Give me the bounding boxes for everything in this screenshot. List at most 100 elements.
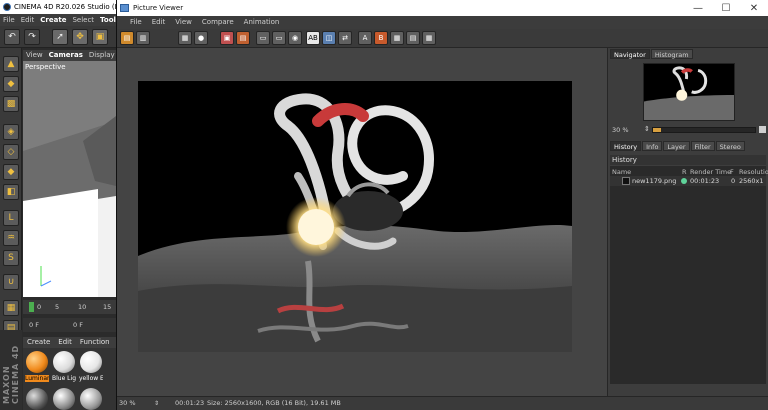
material-menu-edit[interactable]: Edit [54, 337, 76, 348]
compare-ab-icon[interactable]: AB [306, 31, 320, 45]
navigator-thumbnail[interactable] [643, 63, 735, 121]
compare-split-icon[interactable]: ◫ [322, 31, 336, 45]
render-view-icon[interactable]: ● [194, 31, 208, 45]
playhead-marker[interactable] [29, 302, 34, 312]
save-file-icon[interactable]: ▥ [136, 31, 150, 45]
pv-menu-file[interactable]: File [125, 16, 147, 29]
zoom-menu-icon[interactable] [759, 126, 766, 133]
history-col-name[interactable]: Name [612, 168, 631, 176]
viewport-tab-view[interactable]: View [23, 50, 46, 61]
pv-menu-edit[interactable]: Edit [147, 16, 171, 29]
zoom-stepper-icon[interactable]: ⇕ [644, 125, 650, 133]
history-col-f[interactable]: F [730, 168, 734, 176]
points-mode-icon[interactable]: ◈ [3, 124, 19, 140]
viewport-label: Perspective [25, 63, 66, 71]
pv-menu-animation[interactable]: Animation [239, 16, 285, 29]
snap-icon[interactable]: S [3, 250, 19, 266]
material-label-luminance: Luminan [25, 375, 49, 382]
undo-icon[interactable]: ↶ [4, 29, 20, 45]
c4d-menu-file[interactable]: File [0, 14, 18, 26]
status-zoom[interactable]: 30 % [119, 397, 136, 410]
snapshot-b-icon[interactable]: ▭ [272, 31, 286, 45]
tab-info[interactable]: Info [642, 141, 663, 151]
start-frame-field[interactable]: 0 F [29, 321, 39, 329]
model-mode-icon[interactable]: ▲ [3, 56, 19, 72]
snapshot-a-icon[interactable]: ▭ [256, 31, 270, 45]
material-thumb-4[interactable] [26, 388, 48, 410]
material-menu-function[interactable]: Function [76, 337, 114, 348]
picture-viewer-canvas[interactable] [117, 48, 607, 396]
snapshot-c-icon[interactable]: ◉ [288, 31, 302, 45]
history-title-text: History [612, 156, 637, 164]
picture-viewer-toolbar: ▤ ▥ ▦ ● ▣ ▤ ▭ ▭ ◉ AB ◫ ⇄ A B ▦ ▤ ▦ [117, 29, 768, 48]
c4d-menu-edit[interactable]: Edit [18, 14, 38, 26]
render-to-pv-icon[interactable]: ▤ [236, 31, 250, 45]
grid-view-icon[interactable]: ▦ [390, 31, 404, 45]
maximize-icon[interactable]: ☐ [712, 0, 740, 16]
history-col-r[interactable]: R [682, 168, 687, 176]
redo-icon[interactable]: ↷ [24, 29, 40, 45]
move-icon[interactable]: ✥ [72, 29, 88, 45]
material-thumb-5[interactable] [53, 388, 75, 410]
history-col-resolution[interactable]: Resolutio [739, 168, 768, 176]
tab-filter[interactable]: Filter [690, 141, 715, 151]
history-col-render-time[interactable]: Render Time [690, 168, 731, 176]
material-thumb-blue-light[interactable] [53, 351, 75, 373]
texture-mode-icon[interactable]: ▩ [3, 96, 19, 112]
zoom-slider-handle[interactable] [653, 128, 661, 132]
history-panel-title: History [610, 155, 766, 165]
tab-stereo[interactable]: Stereo [715, 141, 745, 151]
material-thumb-6[interactable] [80, 388, 102, 410]
uv-mode-icon[interactable]: ◧ [3, 184, 19, 200]
stop-render-icon[interactable]: ▣ [220, 31, 234, 45]
render-status-dot-icon [681, 178, 687, 184]
axis-icon[interactable]: L [3, 210, 19, 226]
current-frame-field[interactable]: 0 F [73, 321, 83, 329]
maxon-brand-text: MAXON CINEMA 4D [2, 344, 20, 404]
picture-viewer-sidebar: Navigator Histogram 30 % ⇕ History Info [607, 48, 768, 396]
material-thumb-yellow[interactable] [80, 351, 102, 373]
c4d-menu-select[interactable]: Select [69, 14, 97, 26]
tab-history[interactable]: History [610, 141, 642, 151]
history-row-frame: 0 [731, 177, 736, 185]
select-arrow-icon[interactable]: ➚ [52, 29, 68, 45]
c4d-viewport[interactable]: Perspective [23, 61, 116, 297]
maxon-brand: MAXON CINEMA 4D [0, 330, 22, 410]
timeline-tick-15: 15 [103, 303, 112, 311]
channel-b-icon[interactable]: B [374, 31, 388, 45]
tab-layer[interactable]: Layer [663, 141, 690, 151]
status-image-info: Size: 2560x1600, RGB (16 Bit), 19.61 MB [207, 399, 341, 407]
history-row-name: new1179.png [632, 177, 677, 185]
filter-view-icon[interactable]: ▦ [422, 31, 436, 45]
material-label-yellow: yellow E [79, 375, 103, 382]
channel-a-icon[interactable]: A [358, 31, 372, 45]
edges-mode-icon[interactable]: ◇ [3, 144, 19, 160]
viewport-tab-cameras[interactable]: Cameras [46, 50, 86, 61]
pv-menu-view[interactable]: View [170, 16, 197, 29]
zoom-slider-track[interactable] [652, 127, 756, 133]
polygons-mode-icon[interactable]: ◆ [3, 164, 19, 180]
open-file-icon[interactable]: ▤ [120, 31, 134, 45]
table-row[interactable]: new1179.png 00:01:23 0 2560x1 [610, 176, 766, 186]
pv-menu-compare[interactable]: Compare [197, 16, 239, 29]
tab-navigator[interactable]: Navigator [610, 49, 650, 59]
tweak-icon[interactable]: ♒ [3, 230, 19, 246]
timeline[interactable]: 0 5 10 15 [23, 300, 116, 314]
magnet-icon[interactable]: ∪ [3, 274, 19, 290]
c4d-menu-create[interactable]: Create [37, 14, 69, 26]
material-menu-create[interactable]: Create [23, 337, 54, 348]
list-view-icon[interactable]: ▤ [406, 31, 420, 45]
material-thumb-luminance[interactable] [26, 351, 48, 373]
minimize-icon[interactable]: — [684, 0, 712, 16]
close-icon[interactable]: ✕ [740, 0, 768, 16]
status-zoom-stepper-icon[interactable]: ⇕ [154, 397, 159, 410]
picture-viewer-statusbar: 30 % ⇕ 00:01:23 Size: 2560x1600, RGB (16… [117, 396, 768, 410]
object-mode-icon[interactable]: ◆ [3, 76, 19, 92]
viewport-tab-display[interactable]: Display [86, 50, 118, 61]
scale-icon[interactable]: ▣ [92, 29, 108, 45]
render-region-icon[interactable]: ▦ [178, 31, 192, 45]
compare-swap-icon[interactable]: ⇄ [338, 31, 352, 45]
picture-viewer-title: Picture Viewer [133, 4, 184, 12]
grid-lock-icon[interactable]: ▦ [3, 300, 19, 316]
tab-histogram[interactable]: Histogram [650, 49, 693, 59]
